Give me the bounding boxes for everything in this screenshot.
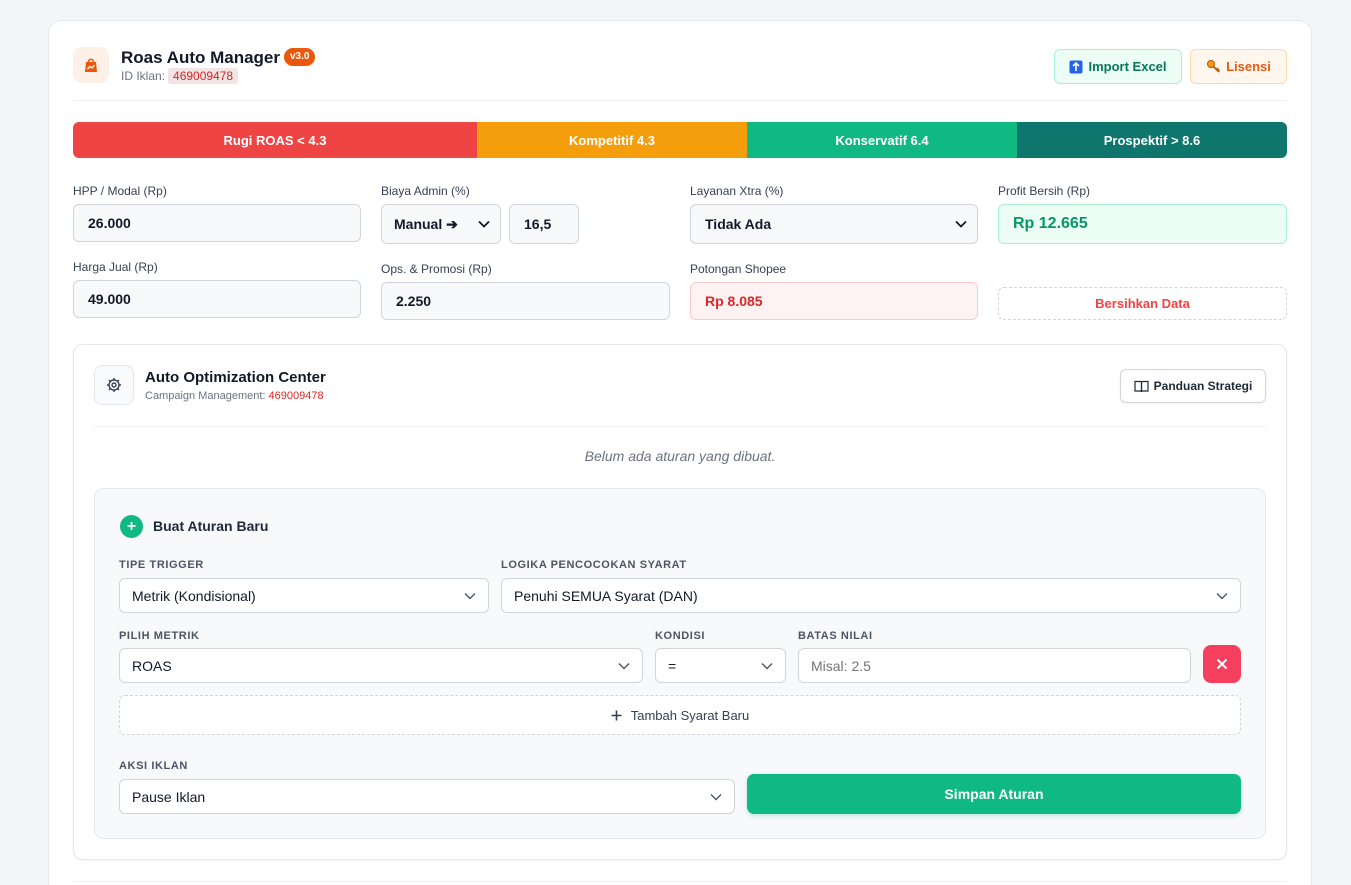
shopee-cut-label: Potongan Shopee	[690, 262, 787, 276]
save-rule-button[interactable]: Simpan Aturan	[747, 774, 1241, 814]
close-icon	[1216, 658, 1228, 670]
admin-fee-input[interactable]: 16,5	[509, 204, 579, 244]
harga-jual-label: Harga Jual (Rp)	[73, 260, 158, 274]
ad-id-value: 469009478	[168, 68, 239, 84]
chevron-down-icon	[1216, 592, 1228, 599]
add-condition-button[interactable]: Tambah Syarat Baru	[119, 695, 1241, 735]
license-button[interactable]: Lisensi	[1190, 49, 1287, 84]
metric-value: ROAS	[132, 657, 172, 674]
strategy-guide-label: Panduan Strategi	[1153, 379, 1253, 393]
promo-label: Ops. & Promosi (Rp)	[381, 262, 492, 276]
harga-jual-input[interactable]: 49.000	[73, 280, 361, 318]
limit-value-input[interactable]	[798, 648, 1191, 683]
admin-fee-label: Biaya Admin (%)	[381, 184, 470, 198]
import-excel-button[interactable]: Import Excel	[1054, 49, 1182, 84]
chevron-down-icon	[464, 592, 476, 599]
plus-circle-icon: +	[120, 515, 143, 538]
condition-label: KONDISI	[655, 630, 706, 642]
app-logo	[73, 47, 109, 83]
condition-value: =	[668, 657, 677, 674]
shopee-cut-value: Rp 8.085	[690, 282, 978, 320]
clear-data-button[interactable]: Bersihkan Data	[998, 287, 1287, 320]
trigger-type-select[interactable]: Metrik (Kondisional)	[119, 578, 489, 613]
admin-mode-value: Manual ➔	[394, 215, 458, 232]
book-icon	[1134, 380, 1149, 392]
new-rule-title: Buat Aturan Baru	[153, 518, 269, 534]
license-label: Lisensi	[1226, 59, 1271, 74]
roas-segment-prospektif: Prospektif > 8.6	[1017, 122, 1287, 158]
key-icon	[1207, 60, 1221, 73]
chevron-down-icon	[478, 220, 490, 228]
chevron-down-icon	[955, 220, 967, 228]
roas-segment-konservatif: Konservatif 6.4	[747, 122, 1017, 158]
settings-icon-box	[94, 365, 134, 405]
roas-scale-bar: Rugi ROAS < 4.3 Kompetitif 4.3 Konservat…	[73, 122, 1287, 158]
admin-mode-select[interactable]: Manual ➔	[381, 204, 501, 244]
optimization-center-card: Auto Optimization Center Campaign Manage…	[73, 344, 1287, 860]
match-logic-value: Penuhi SEMUA Syarat (DAN)	[514, 587, 698, 604]
metric-select[interactable]: ROAS	[119, 648, 643, 683]
ad-action-label: AKSI IKLAN	[119, 760, 188, 772]
campaign-management-label: Campaign Management:	[145, 390, 266, 402]
net-profit-value: Rp 12.665	[998, 204, 1287, 244]
campaign-id: 469009478	[268, 390, 324, 402]
optimization-title: Auto Optimization Center	[145, 369, 326, 386]
chevron-down-icon	[761, 662, 773, 669]
match-logic-label: LOGIKA PENCOCOKAN SYARAT	[501, 559, 687, 571]
shopping-bag-icon	[85, 58, 97, 72]
delete-condition-button[interactable]	[1203, 645, 1241, 683]
gear-icon	[107, 378, 121, 392]
ad-action-value: Pause Iklan	[132, 788, 206, 805]
condition-select[interactable]: =	[655, 648, 786, 683]
optimization-subtitle: Campaign Management: 469009478	[145, 390, 324, 402]
version-badge: v3.0	[284, 48, 316, 66]
roas-segment-kompetitif: Kompetitif 4.3	[477, 122, 747, 158]
empty-rules-message: Belum ada aturan yang dibuat.	[584, 448, 776, 464]
chevron-down-icon	[618, 662, 630, 669]
strategy-guide-button[interactable]: Panduan Strategi	[1120, 369, 1266, 403]
divider	[73, 881, 1287, 882]
trigger-type-label: TIPE TRIGGER	[119, 559, 204, 571]
main-card: Roas Auto Manager v3.0 ID Iklan: 4690094…	[48, 20, 1312, 885]
chevron-down-icon	[710, 793, 722, 800]
trigger-type-value: Metrik (Kondisional)	[132, 587, 256, 604]
ad-action-select[interactable]: Pause Iklan	[119, 779, 735, 814]
xtra-service-select[interactable]: Tidak Ada	[690, 204, 978, 244]
new-rule-panel: + Buat Aturan Baru TIPE TRIGGER Metrik (…	[94, 488, 1266, 839]
plus-icon	[611, 710, 622, 720]
import-excel-label: Import Excel	[1088, 59, 1167, 74]
add-condition-label: Tambah Syarat Baru	[630, 707, 750, 723]
promo-input[interactable]: 2.250	[381, 282, 670, 320]
xtra-service-value: Tidak Ada	[705, 216, 772, 232]
limit-value-label: BATAS NILAI	[798, 630, 873, 642]
net-profit-label: Profit Bersih (Rp)	[998, 184, 1091, 198]
hpp-input[interactable]: 26.000	[73, 204, 361, 242]
ad-id-row: ID Iklan: 469009478	[121, 68, 239, 84]
divider	[94, 426, 1266, 427]
app-title: Roas Auto Manager	[121, 48, 281, 67]
match-logic-select[interactable]: Penuhi SEMUA Syarat (DAN)	[501, 578, 1241, 613]
roas-segment-rugi: Rugi ROAS < 4.3	[73, 122, 477, 158]
metric-label: PILIH METRIK	[119, 630, 200, 642]
upload-icon	[1069, 60, 1083, 73]
xtra-service-label: Layanan Xtra (%)	[690, 184, 784, 198]
app-header: Roas Auto Manager v3.0 ID Iklan: 4690094…	[73, 45, 1287, 101]
hpp-label: HPP / Modal (Rp)	[73, 184, 167, 198]
ad-id-label: ID Iklan:	[121, 69, 166, 83]
